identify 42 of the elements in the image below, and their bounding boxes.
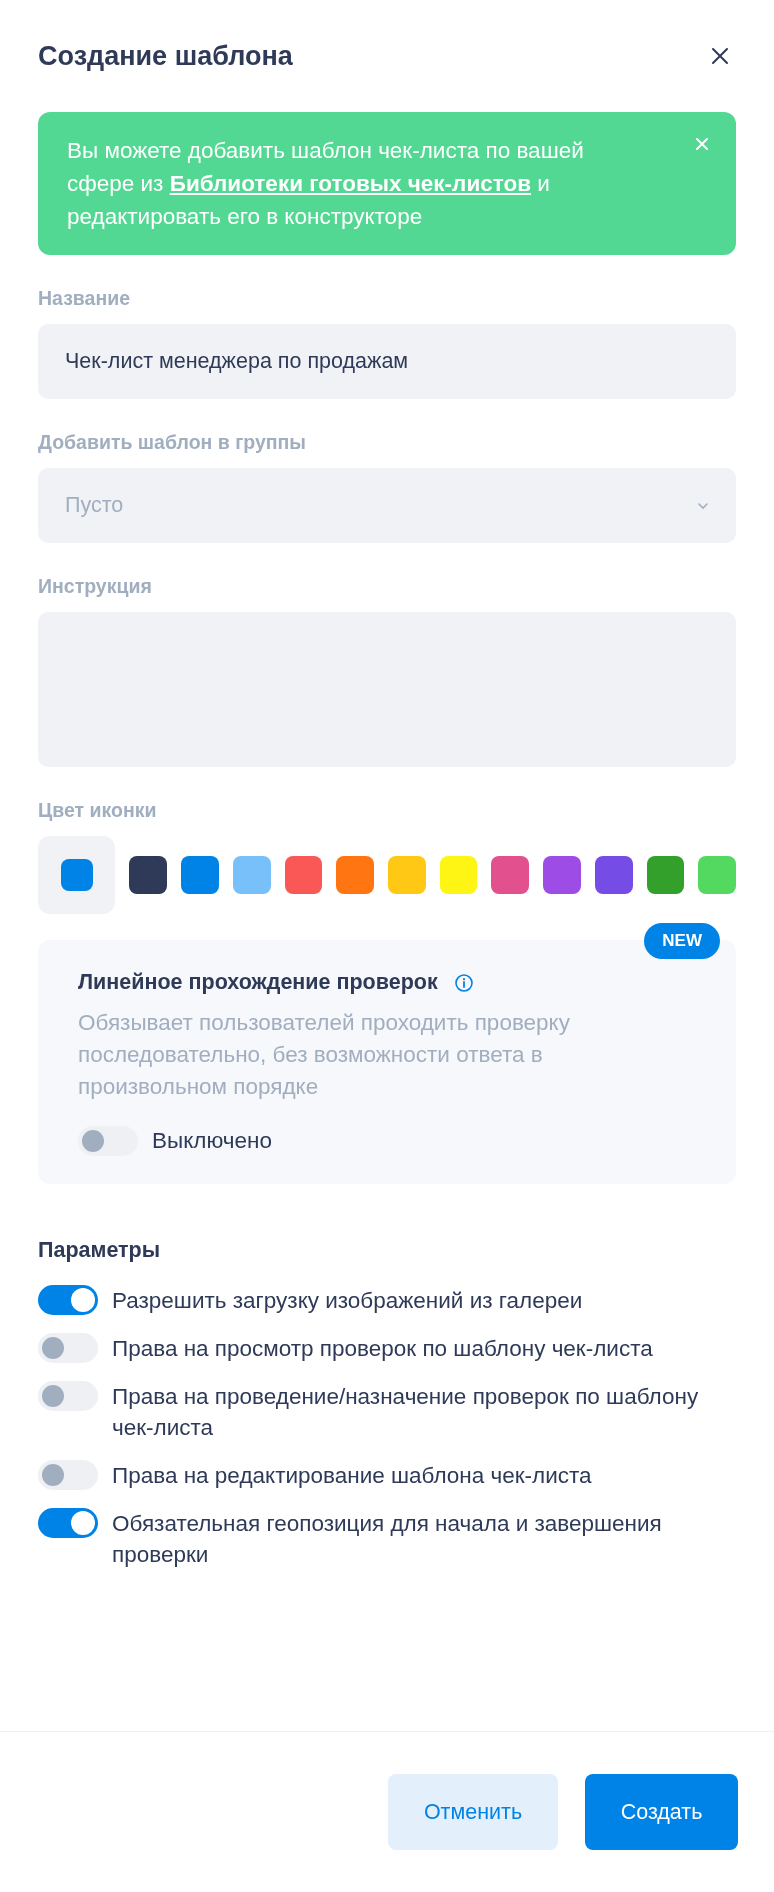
name-input-field[interactable]: Чек-лист менеджера по продажам [38,324,736,399]
toggle-label: Права на редактирование шаблона чек-листа [112,1462,592,1490]
color-swatch[interactable] [284,856,323,894]
color-swatch[interactable] [439,856,478,894]
color-swatch[interactable] [543,856,581,894]
toggle-label: Права на просмотр проверок по шаблону чек-листа [112,1335,653,1363]
color-swatch[interactable] [336,856,374,894]
toggle-switch[interactable] [38,1333,98,1363]
color-swatch[interactable] [698,856,737,894]
field-label: Добавить шаблон в группы [38,431,307,454]
color-swatch[interactable] [491,856,530,894]
dialog-title: Создание шаблона [38,40,293,72]
color-swatch[interactable] [594,856,633,894]
field-label: Инструкция [38,575,153,598]
toggle-label: Обязательная геопозиция для начала и завершения проверки [112,1510,663,1569]
toggle-label: Права на проведение/назначение проверок по шаблону чек-листа [112,1383,700,1442]
card-description: Обязывает пользователей проходить проверку последовательно, без возможности ответа в произвольном порядке [78,1009,571,1101]
toggle-switch[interactable] [78,1125,138,1156]
close-icon[interactable] [710,46,730,66]
color-swatch[interactable] [646,856,685,894]
color-swatch[interactable] [232,856,271,894]
info-icon[interactable] [453,972,474,993]
group-select-field[interactable]: Пусто [38,468,736,543]
color-swatch[interactable] [129,856,168,894]
color-swatch[interactable] [388,856,426,894]
toggle-switch[interactable] [38,1460,98,1490]
toggle-switch[interactable] [38,1285,98,1315]
chevron-down-icon [697,501,709,510]
field-label: Название [38,287,132,310]
toggle-label: Выключено [152,1127,272,1155]
field-label: Цвет иконки [38,799,158,822]
section-title: Параметры [38,1238,162,1263]
card-title: Линейное прохождение проверок [78,970,438,995]
toggle-switch[interactable] [38,1508,98,1538]
library-link[interactable]: Библиотеки готовых чек-листов [169,171,532,196]
cancel-button[interactable]: Отменить [388,1774,558,1850]
banner-text: Вы можете добавить шаблон чек-листа по вашей сфере из Библиотеки готовых чек-листов и редактировать его в конструкторе [67,137,585,231]
toggle-label: Разрешить загрузку изображений из галереи [112,1287,583,1315]
create-button[interactable]: Создать [585,1774,738,1850]
color-swatch[interactable] [181,856,219,894]
new-badge: NEW [644,923,720,959]
toggle-switch[interactable] [38,1381,98,1411]
